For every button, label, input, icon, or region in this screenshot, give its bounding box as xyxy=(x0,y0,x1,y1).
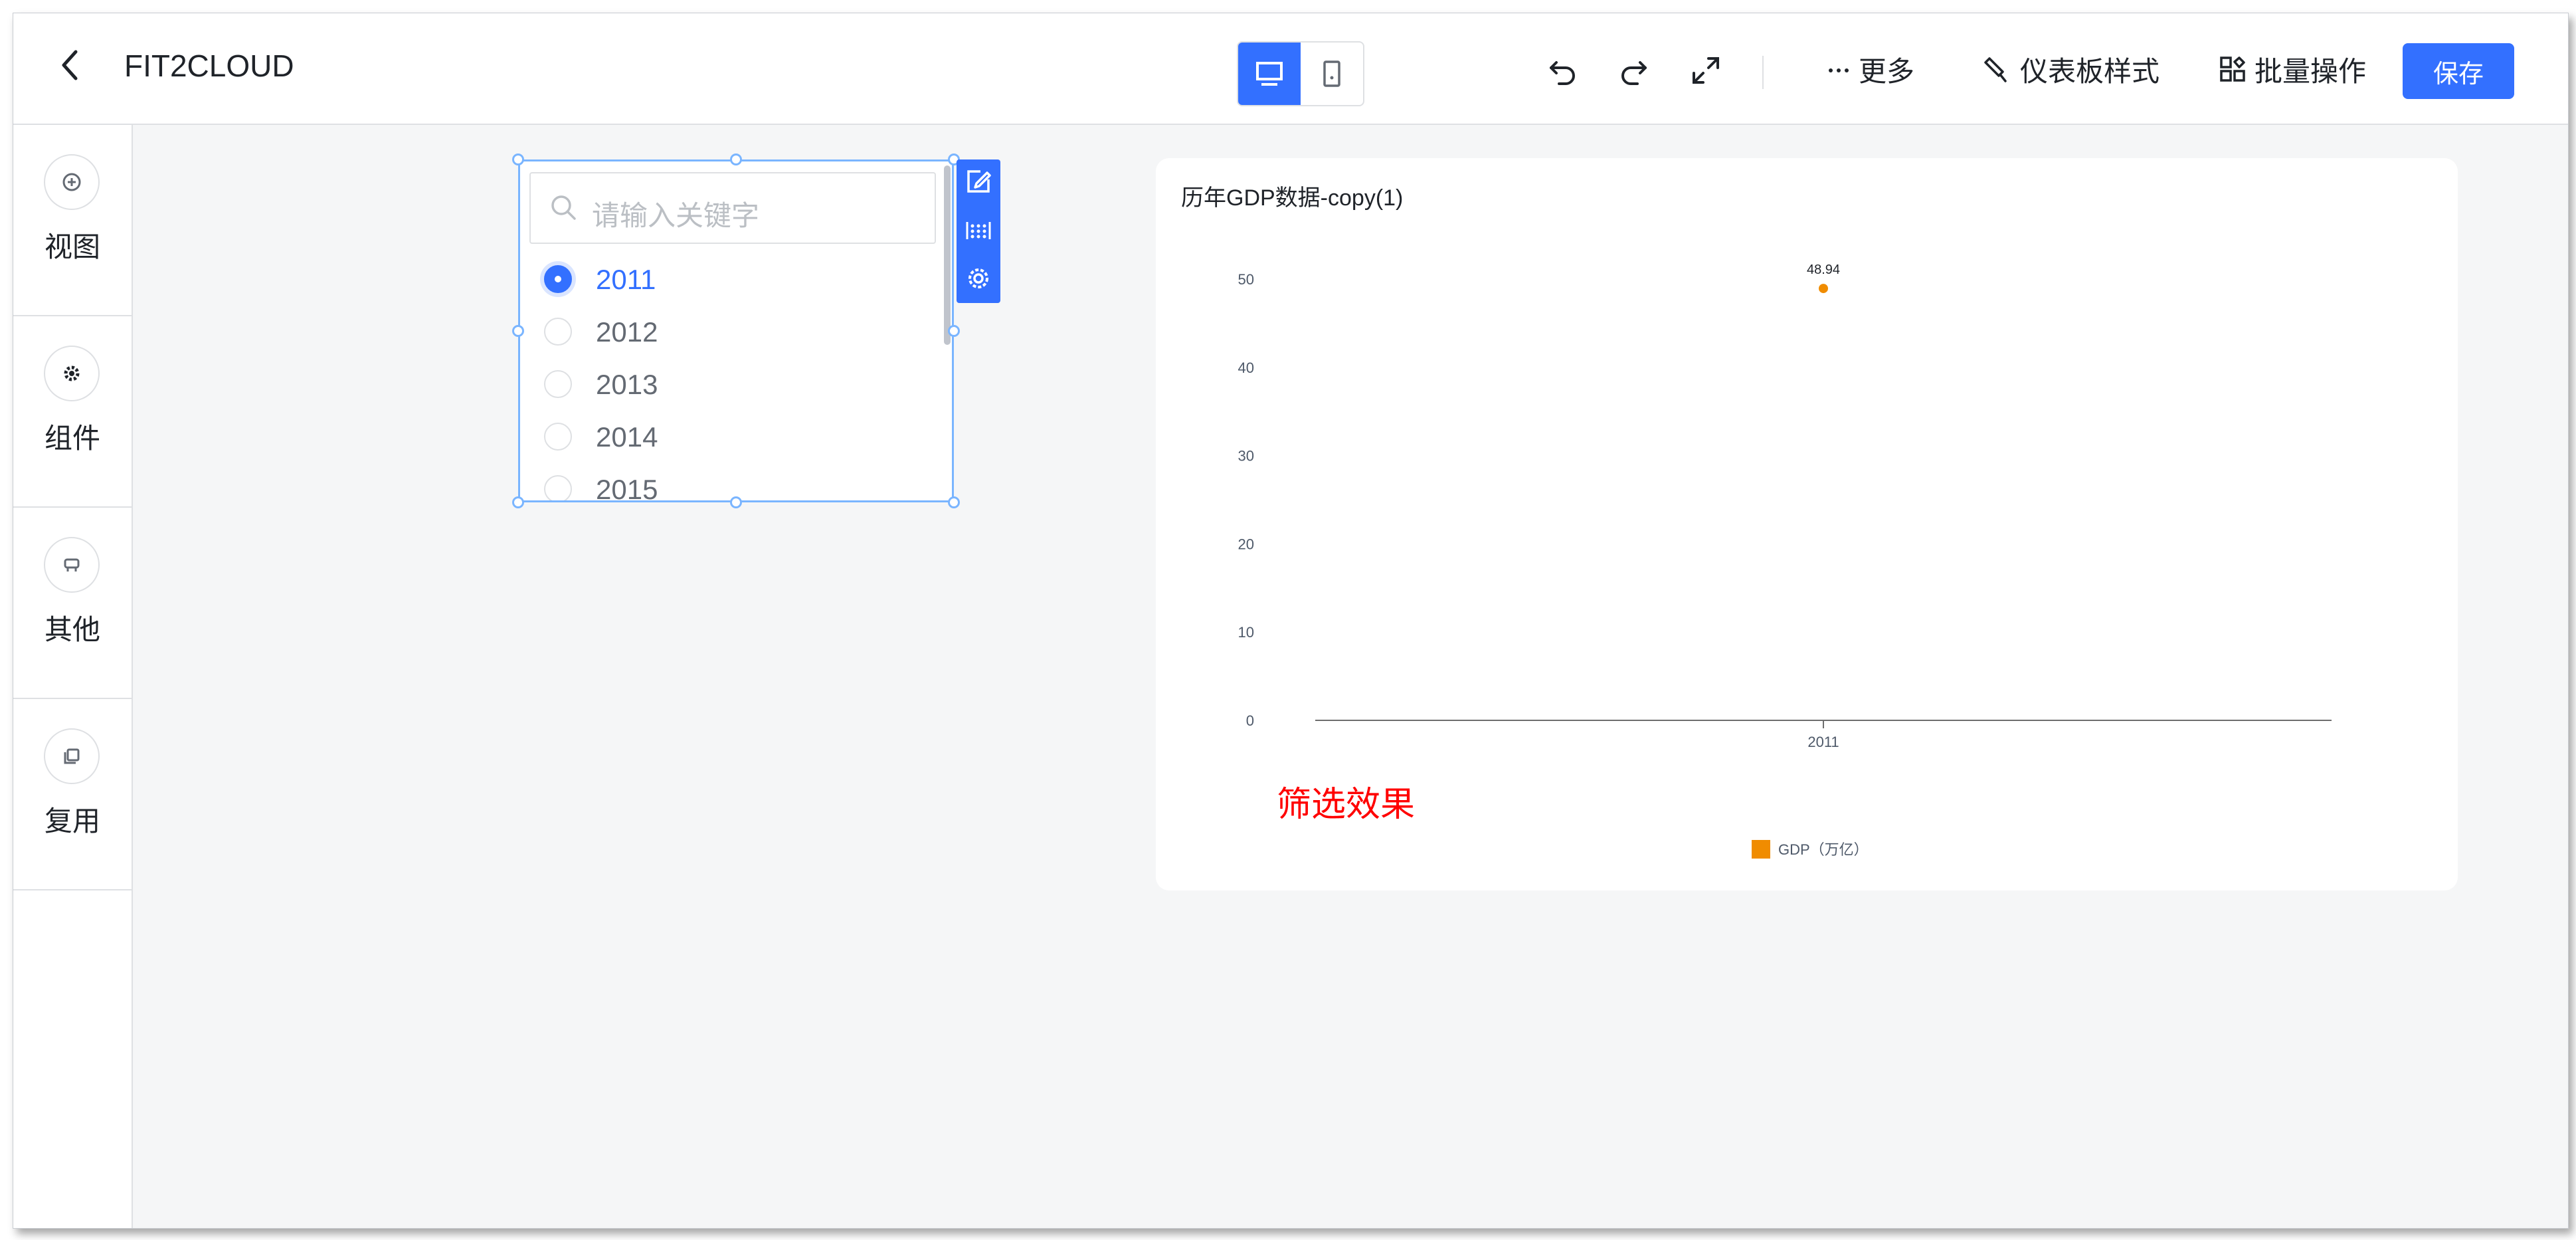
y-tick-label: 10 xyxy=(1238,624,1254,641)
resize-handle[interactable] xyxy=(948,496,960,508)
resize-handle[interactable] xyxy=(512,496,524,508)
mobile-view-button[interactable] xyxy=(1301,43,1363,105)
monitor-icon xyxy=(1256,62,1283,86)
legend-swatch xyxy=(1752,840,1770,859)
x-tick-label: 2011 xyxy=(1807,734,1839,750)
drag-handle-icon[interactable] xyxy=(962,214,995,247)
save-button[interactable]: 保存 xyxy=(2403,43,2514,99)
desktop-view-button[interactable] xyxy=(1238,43,1301,105)
copy-icon xyxy=(44,728,100,784)
radio-button[interactable] xyxy=(544,265,572,293)
brush-icon xyxy=(1984,57,2007,82)
ellipsis-icon xyxy=(1829,68,1849,72)
sidebar-item-label: 组件 xyxy=(44,423,100,454)
component-sidebar: 视图 组件 其他 复用 xyxy=(13,125,133,1228)
settings-gear-icon[interactable] xyxy=(962,262,995,295)
resize-handle[interactable] xyxy=(730,154,742,165)
data-point xyxy=(1819,284,1828,294)
gdp-chart-card[interactable]: 历年GDP数据-copy(1) 0 10 20 30 40 50 2011 48.94 GDP（… xyxy=(1156,158,2458,890)
plus-circle-icon xyxy=(44,154,100,210)
filter-option-label: 2012 xyxy=(596,316,658,348)
gear-icon xyxy=(44,346,100,401)
filter-option[interactable]: 2013 xyxy=(544,361,916,407)
redo-icon[interactable] xyxy=(1615,52,1652,89)
search-placeholder: 请输入关键字 xyxy=(592,200,760,231)
widget-toolbar xyxy=(957,159,1000,303)
y-tick-label: 20 xyxy=(1238,536,1254,552)
top-toolbar: FIT2CLOUD 更多 仪表板样式 批量操作 保存 xyxy=(13,13,2568,125)
radio-button[interactable] xyxy=(544,318,572,346)
resize-handle[interactable] xyxy=(512,154,524,165)
phone-icon xyxy=(1323,60,1340,87)
y-tick-label: 0 xyxy=(1246,712,1254,729)
filter-effect-note: 筛选效果 xyxy=(1277,785,1416,824)
undo-icon[interactable] xyxy=(1544,52,1582,89)
sidebar-item-label: 其他 xyxy=(44,614,100,645)
batch-operation-label: 批量操作 xyxy=(2254,55,2367,87)
filter-search-input[interactable]: 请输入关键字 xyxy=(529,172,936,244)
toolbar-divider xyxy=(1762,56,1764,89)
year-filter-widget[interactable]: 请输入关键字 2011 2012 2013 2014 2015 xyxy=(518,159,954,502)
dashboard-canvas: 请输入关键字 2011 2012 2013 2014 2015 历年GDP数据-… xyxy=(133,125,2568,1228)
sidebar-item-other[interactable]: 其他 xyxy=(13,508,132,699)
other-icon xyxy=(44,537,100,593)
dashboard-style-label: 仪表板样式 xyxy=(2020,55,2160,87)
more-button[interactable]: 更多 xyxy=(1827,49,1914,89)
more-label: 更多 xyxy=(1859,55,1915,87)
filter-option-label: 2015 xyxy=(596,474,658,500)
sidebar-item-label: 视图 xyxy=(44,231,100,262)
filter-option-label: 2011 xyxy=(596,264,656,295)
edit-icon[interactable] xyxy=(962,165,995,198)
y-tick-label: 30 xyxy=(1238,448,1254,465)
legend-label: GDP（万亿） xyxy=(1778,841,1869,858)
fullscreen-icon[interactable] xyxy=(1687,52,1724,89)
sidebar-item-label: 复用 xyxy=(44,805,100,837)
data-label: 48.94 xyxy=(1807,262,1840,277)
device-switch xyxy=(1237,41,1364,106)
radio-button[interactable] xyxy=(544,370,572,398)
filter-scrollbar[interactable] xyxy=(944,165,951,345)
filter-option[interactable]: 2012 xyxy=(544,308,916,355)
resize-handle[interactable] xyxy=(730,496,742,508)
batch-operation-button[interactable]: 批量操作 xyxy=(2219,49,2366,89)
app-window: FIT2CLOUD 更多 仪表板样式 批量操作 保存 视图 组件 其他 复用 请… xyxy=(13,13,2569,1229)
radio-button[interactable] xyxy=(544,423,572,451)
grid-icon xyxy=(2220,56,2245,82)
search-icon xyxy=(551,195,576,220)
sidebar-item-reuse[interactable]: 复用 xyxy=(13,699,132,890)
y-tick-label: 40 xyxy=(1238,360,1254,376)
resize-handle[interactable] xyxy=(512,325,524,337)
filter-option[interactable]: 2011 xyxy=(544,256,916,302)
y-tick-label: 50 xyxy=(1238,271,1254,288)
sidebar-item-view[interactable]: 视图 xyxy=(13,125,132,316)
sidebar-item-component[interactable]: 组件 xyxy=(13,316,132,508)
filter-option-label: 2014 xyxy=(596,421,658,453)
filter-option-label: 2013 xyxy=(596,369,658,400)
resize-handle[interactable] xyxy=(948,325,960,337)
filter-option[interactable]: 2014 xyxy=(544,413,916,460)
filter-option[interactable]: 2015 xyxy=(544,466,916,500)
back-arrow-icon[interactable] xyxy=(50,45,90,85)
radio-button[interactable] xyxy=(544,475,572,500)
app-title: FIT2CLOUD xyxy=(124,49,294,83)
dashboard-style-button[interactable]: 仪表板样式 xyxy=(1983,49,2160,89)
